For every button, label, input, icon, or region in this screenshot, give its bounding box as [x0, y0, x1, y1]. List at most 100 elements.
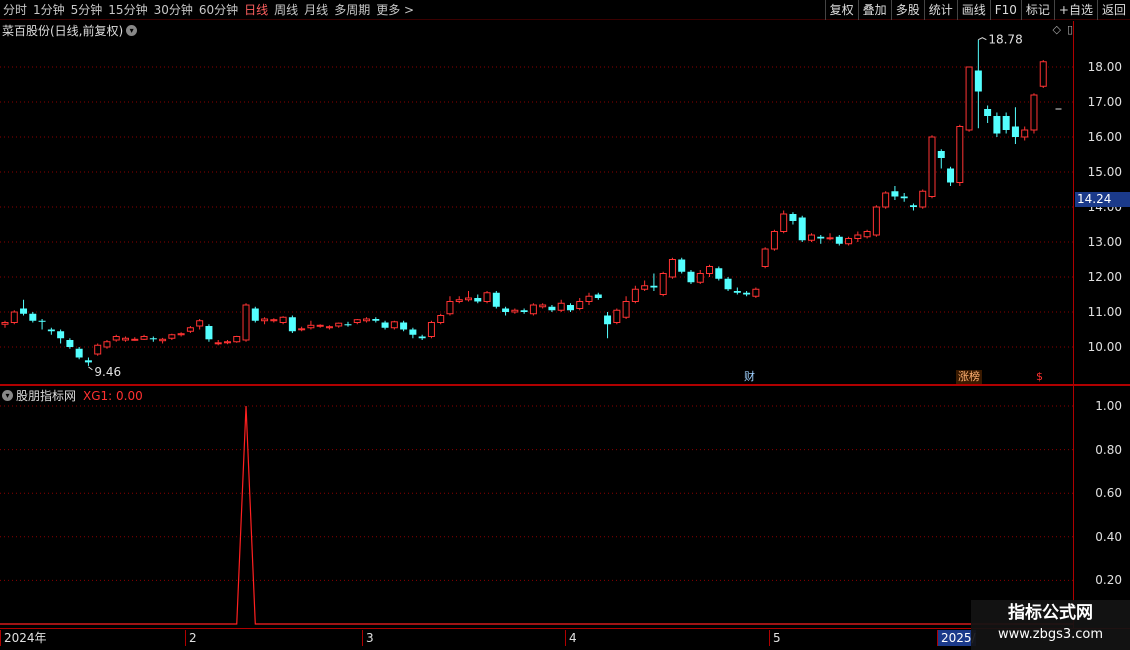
chevron-down-icon[interactable]: ▾	[2, 390, 13, 401]
candle	[400, 320, 408, 332]
current-price-label: 14.24	[1075, 191, 1130, 207]
period-tab-0[interactable]: 分时	[0, 0, 30, 20]
candle-body	[668, 259, 676, 278]
period-tab-4[interactable]: 30分钟	[151, 0, 196, 20]
candle	[20, 299, 28, 316]
period-tab-7[interactable]: 周线	[271, 0, 301, 20]
candle-body	[474, 298, 482, 302]
period-tab-10[interactable]: 更多 >	[373, 0, 417, 20]
candle-body	[993, 116, 1001, 134]
candle-body	[455, 299, 463, 302]
candle-body	[1030, 94, 1038, 131]
candle-body	[363, 318, 371, 322]
candle-body	[872, 206, 880, 236]
finance-marker[interactable]: 财	[742, 370, 757, 385]
candle-body	[390, 321, 398, 329]
candle	[1039, 60, 1047, 88]
candle-body	[520, 310, 528, 312]
candle	[826, 233, 834, 241]
candle-body	[47, 329, 55, 332]
candle-body	[678, 259, 686, 272]
candle	[817, 235, 825, 244]
candle	[984, 105, 992, 123]
candle	[798, 215, 806, 242]
candle	[594, 292, 602, 300]
candle	[557, 299, 565, 312]
candle-body	[659, 273, 667, 295]
price-axis: 18.00 17.00 16.00 15.00 14.00 13.00 12.00 11.00…	[1073, 21, 1130, 384]
candle	[140, 334, 148, 340]
toolbar-button-8[interactable]: 返回	[1096, 0, 1130, 20]
candle	[919, 189, 927, 209]
price-tick: 16.00	[1087, 130, 1122, 144]
candle-body	[307, 324, 315, 329]
candle-body	[956, 126, 964, 183]
candle-body	[1, 322, 9, 325]
candle	[196, 319, 204, 330]
candle-body	[325, 326, 333, 329]
candle-body	[604, 315, 612, 325]
chevron-down-icon[interactable]: ▾	[126, 25, 138, 36]
candle-body	[112, 336, 120, 341]
price-chart-panel[interactable]: 18.78 9.46 菜百股份(日线,前复权) ▾ ◇ ▯ 财 涨榜 $	[0, 21, 1073, 385]
toolbar-button-4[interactable]: 画线	[956, 0, 990, 20]
candle-body	[335, 322, 343, 327]
candle	[947, 166, 955, 186]
toolbar-button-7[interactable]: +自选	[1053, 0, 1097, 20]
dollar-marker[interactable]: $	[1034, 370, 1045, 384]
candle	[242, 303, 250, 342]
period-tab-6[interactable]: 日线	[241, 0, 271, 20]
candlestick-chart[interactable]: 18.78 9.46	[0, 21, 1073, 384]
candle	[566, 303, 574, 312]
indicator-chart[interactable]	[0, 386, 1073, 628]
candle	[103, 340, 111, 349]
candle-body	[10, 311, 18, 323]
period-tab-5[interactable]: 60分钟	[196, 0, 241, 20]
candle-body	[168, 334, 176, 339]
candle-body	[900, 196, 908, 199]
toolbar-button-0[interactable]: 复权	[824, 0, 858, 20]
watermark-url: www.zbgs3.com	[997, 627, 1104, 642]
candle	[520, 308, 528, 314]
candle-body	[177, 333, 185, 336]
date-label: 4	[565, 630, 577, 646]
candle	[10, 310, 18, 325]
toolbar-button-6[interactable]: 标记	[1020, 0, 1054, 20]
candle	[437, 313, 445, 325]
toolbar-button-3[interactable]: 统计	[923, 0, 957, 20]
candle	[631, 285, 639, 304]
candle-body	[539, 304, 547, 308]
function-buttons: 复权 叠加 多股 统计 画线 F10 标记 +自选 返回	[824, 0, 1130, 20]
toolbar-button-1[interactable]: 叠加	[857, 0, 891, 20]
candle-body	[770, 231, 778, 250]
candle-body	[566, 305, 574, 311]
period-tab-2[interactable]: 5分钟	[68, 0, 106, 20]
candle	[687, 270, 695, 284]
period-tab-8[interactable]: 月线	[301, 0, 331, 20]
candle	[900, 193, 908, 202]
candle	[854, 231, 862, 242]
candle-body	[483, 292, 491, 302]
candle	[455, 296, 463, 304]
toolbar-button-5[interactable]: F10	[989, 0, 1021, 20]
period-tab-9[interactable]: 多周期	[331, 0, 373, 20]
limit-up-marker[interactable]: 涨榜	[956, 370, 982, 384]
candle-body	[511, 309, 519, 313]
candle	[539, 303, 547, 309]
candle	[733, 287, 741, 295]
candle-body	[706, 266, 714, 274]
indicator-panel[interactable]: ▾ 股朋指标网 XG1: 0.00	[0, 386, 1073, 628]
period-tab-1[interactable]: 1分钟	[30, 0, 68, 20]
candle-body	[965, 66, 973, 131]
candle	[909, 203, 917, 211]
candle-body	[75, 348, 83, 358]
candle	[353, 319, 361, 325]
period-tab-3[interactable]: 15分钟	[105, 0, 150, 20]
candle	[511, 308, 519, 314]
candle	[223, 340, 231, 345]
toolbar-button-2[interactable]: 多股	[890, 0, 924, 20]
candle	[47, 327, 55, 335]
candle-body	[279, 316, 287, 323]
diamond-icon[interactable]: ◇	[1052, 23, 1060, 36]
candle-body	[29, 313, 37, 321]
